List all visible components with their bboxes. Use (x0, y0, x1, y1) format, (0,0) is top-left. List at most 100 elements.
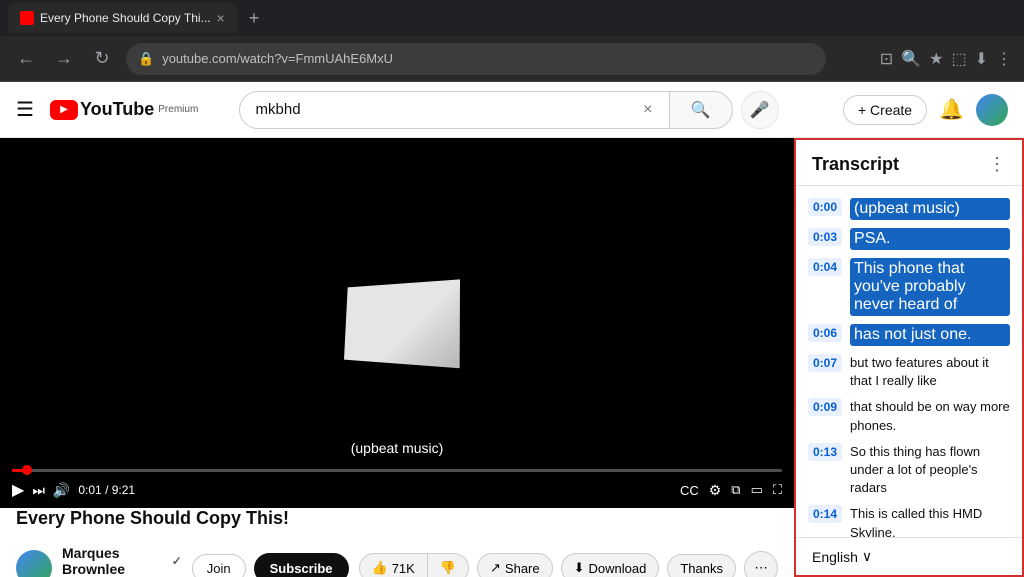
search-button[interactable]: 🔍 (669, 91, 733, 129)
notification-button[interactable]: 🔔 (939, 97, 964, 122)
right-controls: CC ⚙ ⧉ ▭ ⛶ (680, 482, 782, 499)
browser-tab[interactable]: Every Phone Should Copy Thi... × (8, 3, 237, 33)
time-separator: / (105, 483, 112, 497)
theater-button[interactable]: ▭ (751, 482, 763, 498)
new-tab-button[interactable]: + (249, 8, 260, 29)
transcript-item-text: but two features about it that I really … (850, 354, 1010, 390)
total-time: 9:21 (112, 483, 135, 497)
tab-favicon (20, 11, 34, 25)
search-browser-icon[interactable]: 🔍 (901, 49, 921, 69)
transcript-item[interactable]: 0:13So this thing has flown under a lot … (796, 439, 1022, 502)
channel-actions: Join Subscribe (192, 553, 349, 577)
menu-icon[interactable]: ☰ (16, 97, 34, 122)
browser-chrome: Every Phone Should Copy Thi... × + (0, 0, 1024, 36)
video-caption: (upbeat music) (343, 438, 452, 458)
video-title: Every Phone Should Copy This! (16, 508, 778, 529)
action-buttons-row: 👍 71K 👎 ↗ Share ⬇ Download (359, 551, 779, 577)
tab-title: Every Phone Should Copy Thi... (40, 11, 211, 25)
transcript-item-time: 0:06 (808, 324, 842, 342)
youtube-logo-icon (50, 100, 78, 120)
search-clear-icon[interactable]: × (643, 101, 652, 119)
thumbs-down-icon: 👎 (440, 560, 456, 575)
subtitles-button[interactable]: CC (680, 483, 699, 498)
thanks-button[interactable]: Thanks (667, 554, 736, 577)
transcript-header: Transcript ⋮ (796, 140, 1022, 186)
next-button[interactable]: ⏭ (32, 482, 45, 499)
transcript-item-text: (upbeat music) (850, 198, 1010, 220)
transcript-item-time: 0:00 (808, 198, 842, 216)
transcript-body[interactable]: 0:00 (upbeat music) 0:03PSA.0:04This phone… (796, 186, 1022, 537)
download-browser-icon[interactable]: ⬇ (975, 49, 988, 69)
mic-button[interactable]: 🎤 (741, 91, 779, 129)
transcript-item[interactable]: 0:14This is called this HMD Skyline, (796, 501, 1022, 537)
like-button[interactable]: 👍 71K (359, 553, 428, 577)
transcript-item[interactable]: 0:03PSA. (796, 224, 1022, 254)
channel-info: Marques Brownlee ✓ 1.98 crore subscriber… (62, 545, 182, 577)
transcript-item-time: 0:04 (808, 258, 842, 276)
subscribe-button[interactable]: Subscribe (254, 553, 349, 577)
volume-button[interactable]: 🔊 (53, 482, 70, 499)
transcript-item-time: 0:14 (808, 505, 842, 523)
video-area: (upbeat music) ▶ ⏭ 🔊 0:01 / 9:21 (0, 138, 794, 577)
search-input[interactable] (256, 101, 636, 118)
download-button[interactable]: ⬇ Download (561, 553, 660, 577)
transcript-item-time: 0:07 (808, 354, 842, 372)
cast-icon[interactable]: ⊡ (880, 49, 893, 69)
channel-name[interactable]: Marques Brownlee ✓ (62, 545, 182, 577)
current-time: 0:01 (78, 483, 101, 497)
controls-row: ▶ ⏭ 🔊 0:01 / 9:21 CC ⚙ ⧉ ▭ ⛶ (12, 480, 782, 500)
transcript-footer[interactable]: English ∨ (796, 537, 1022, 575)
share-icon: ↗ (490, 560, 501, 576)
more-browser-icon[interactable]: ⋮ (996, 49, 1012, 69)
transcript-item[interactable]: 0:09 that should be on way more phones. (796, 394, 1022, 438)
back-button[interactable]: ← (12, 45, 40, 73)
transcript-item-time: 0:13 (808, 443, 842, 461)
channel-row: Marques Brownlee ✓ 1.98 crore subscriber… (16, 537, 778, 577)
transcript-item[interactable]: 0:06has not just one. (796, 320, 1022, 350)
progress-bar[interactable] (12, 469, 782, 472)
miniplayer-button[interactable]: ⧉ (731, 482, 740, 498)
play-button[interactable]: ▶ (12, 480, 24, 500)
extensions-icon[interactable]: ⬚ (951, 49, 966, 69)
download-icon: ⬇ (574, 560, 585, 576)
transcript-item[interactable]: 0:07 but two features about it that I rea… (796, 350, 1022, 394)
verified-badge: ✓ (172, 554, 182, 568)
fullscreen-button[interactable]: ⛶ (773, 482, 782, 498)
time-display: 0:01 / 9:21 (78, 483, 135, 497)
transcript-menu-button[interactable]: ⋮ (988, 154, 1006, 175)
search-box[interactable]: × (239, 91, 669, 129)
more-actions-button[interactable]: ⋯ (744, 551, 778, 577)
transcript-item-text: PSA. (850, 228, 1010, 250)
share-button[interactable]: ↗ Share (477, 553, 553, 577)
refresh-button[interactable]: ↻ (88, 45, 116, 73)
youtube-logo-text: YouTube (80, 99, 154, 120)
video-player[interactable]: (upbeat music) ▶ ⏭ 🔊 0:01 / 9:21 (0, 138, 794, 508)
bookmark-icon[interactable]: ★ (929, 49, 943, 69)
like-dislike-group: 👍 71K 👎 (359, 553, 470, 577)
transcript-item-text: that should be on way more phones. (850, 398, 1010, 434)
address-url: youtube.com/watch?v=FmmUAhE6MxU (162, 51, 814, 66)
youtube-logo[interactable]: YouTube Premium (50, 99, 198, 120)
transcript-title: Transcript (812, 154, 899, 175)
transcript-item-time: 0:09 (808, 398, 842, 416)
search-container: × 🔍 🎤 (239, 91, 779, 129)
transcript-item[interactable]: 0:00 (upbeat music) (796, 194, 1022, 224)
create-button[interactable]: + Create (843, 95, 927, 125)
forward-button[interactable]: → (50, 45, 78, 73)
mic-icon: 🎤 (750, 100, 770, 120)
channel-avatar[interactable] (16, 550, 52, 577)
settings-icon[interactable]: ⚙ (709, 482, 722, 499)
address-bar[interactable]: 🔒 youtube.com/watch?v=FmmUAhE6MxU (126, 43, 826, 75)
dislike-button[interactable]: 👎 (428, 553, 469, 577)
video-info-area: Every Phone Should Copy This! Marques Br… (0, 508, 794, 577)
transcript-item[interactable]: 0:04This phone that you've probably neve… (796, 254, 1022, 320)
video-frame-graphic (344, 279, 460, 368)
progress-fill (12, 469, 27, 472)
transcript-chevron: ∨ (862, 548, 872, 565)
avatar[interactable] (976, 94, 1008, 126)
join-button[interactable]: Join (192, 554, 246, 577)
header-actions: + Create 🔔 (843, 94, 1008, 126)
tab-close-button[interactable]: × (217, 10, 225, 26)
youtube-premium-label: Premium (158, 104, 198, 115)
search-icon: 🔍 (691, 100, 711, 120)
